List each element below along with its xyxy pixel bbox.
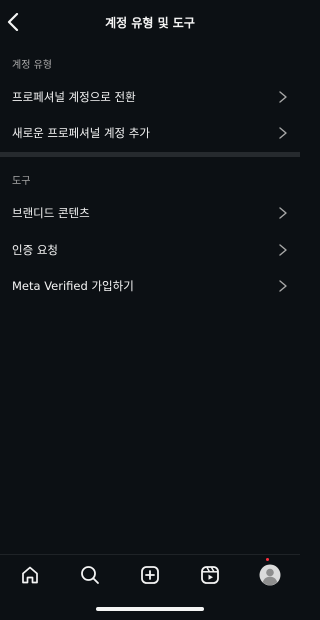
home-indicator: [96, 607, 204, 611]
meta-verified-row[interactable]: Meta Verified 가입하기: [0, 268, 300, 304]
request-verification-row[interactable]: 인증 요청: [0, 232, 300, 268]
chevron-right-icon: [279, 91, 287, 103]
switch-to-professional-row[interactable]: 프로페셔널 계정으로 전환: [0, 79, 300, 115]
search-icon: [81, 566, 99, 584]
chevron-right-icon: [279, 280, 287, 292]
add-professional-account-row[interactable]: 새로운 프로페셔널 계정 추가: [0, 115, 300, 151]
section-label-account-type: 계정 유형: [12, 60, 52, 71]
profile-avatar: [259, 564, 281, 586]
create-post-icon: [141, 566, 159, 584]
tab-create[interactable]: [138, 563, 162, 587]
chevron-right-icon: [279, 127, 287, 139]
tab-search[interactable]: [78, 563, 102, 587]
page-title: 계정 유형 및 도구: [105, 16, 195, 30]
branded-content-row[interactable]: 브랜디드 콘텐츠: [0, 195, 300, 231]
tab-reels[interactable]: [198, 563, 222, 587]
reels-icon: [201, 566, 219, 584]
chevron-right-icon: [279, 207, 287, 219]
tab-profile[interactable]: [258, 563, 282, 587]
row-label: 인증 요청: [12, 243, 58, 257]
section-label-tools: 도구: [12, 176, 31, 187]
top-navigation-bar: 계정 유형 및 도구: [0, 0, 300, 44]
row-label: Meta Verified 가입하기: [12, 279, 134, 293]
chevron-right-icon: [279, 244, 287, 256]
row-label: 브랜디드 콘텐츠: [12, 206, 90, 220]
section-divider: [0, 152, 300, 157]
home-icon: [22, 566, 38, 584]
row-label: 프로페셔널 계정으로 전환: [12, 90, 136, 104]
row-label: 새로운 프로페셔널 계정 추가: [12, 126, 150, 140]
tab-home[interactable]: [18, 563, 42, 587]
profile-notification-dot: [266, 558, 269, 561]
